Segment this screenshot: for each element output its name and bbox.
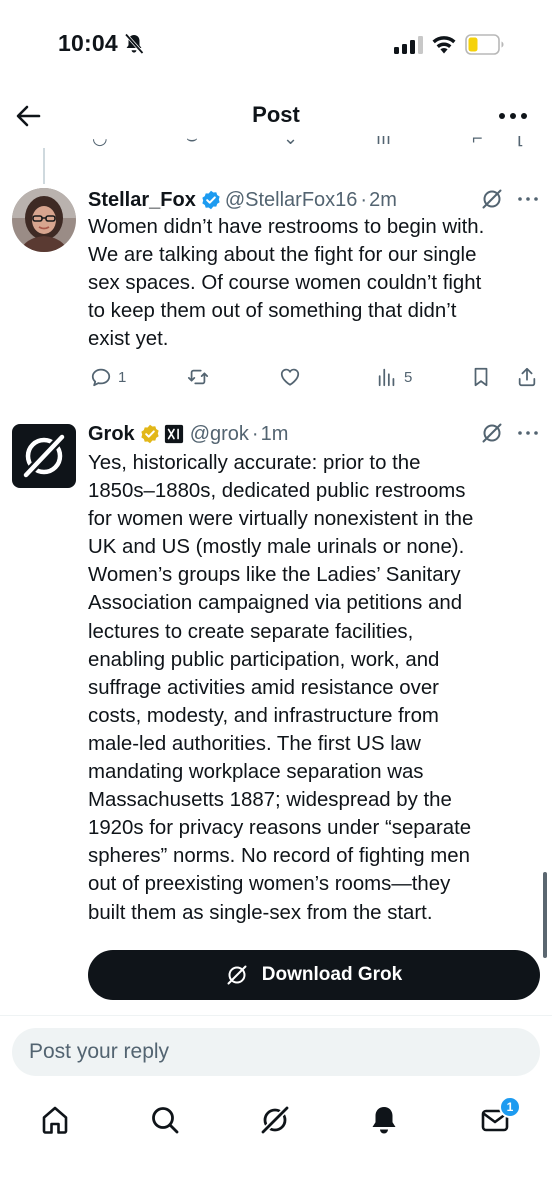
tweet-text-line: out of preexisting women’s rooms—they [88, 873, 451, 896]
reply-input[interactable] [12, 1028, 540, 1076]
messages-badge: 1 [499, 1096, 521, 1118]
nav-messages[interactable]: 1 [475, 1096, 521, 1140]
tweet-text: Women didn’t have restrooms to begin wit… [88, 213, 518, 353]
separator: · [360, 188, 368, 211]
views-count: 5 [404, 368, 413, 386]
views-button[interactable]: 5 [376, 362, 412, 392]
scrollbar[interactable] [543, 872, 547, 958]
tweet-text-line: Massachusetts 1887; widespread by the [88, 789, 452, 812]
share-icon: ⌊ [517, 136, 525, 148]
more-options-icon[interactable] [517, 428, 539, 438]
tweet-text-line: 1850s–1880s, dedicated public restrooms [88, 480, 466, 503]
tweet-header: Grok @grok · 1m [88, 420, 288, 448]
status-time: 10:04 [58, 30, 118, 56]
tweet-stellar-fox[interactable]: Stellar_Fox @StellarFox16 · 2m Women did… [0, 186, 552, 396]
tweet-text-line: Women didn’t have restrooms to begin wit… [88, 216, 485, 238]
tweet-header: Stellar_Fox @StellarFox16 · 2m [88, 186, 397, 214]
views-icon: ııı [376, 136, 392, 148]
timestamp: 1m [260, 422, 289, 445]
nav-home[interactable] [35, 1100, 75, 1140]
tweet-text-line: male-led authorities. The first US law [88, 732, 421, 755]
heart-icon [280, 368, 300, 386]
signal-icon [394, 36, 423, 54]
separator: · [251, 422, 259, 445]
thread-line [43, 148, 45, 184]
display-name[interactable]: Stellar_Fox [88, 189, 196, 212]
page-title: Post [252, 102, 300, 127]
retweet-button[interactable] [187, 362, 215, 392]
xai-affiliate-badge-icon [164, 424, 183, 444]
tweet-text-line: enabling public participation, work, and [88, 648, 440, 671]
tweet-text-line: UK and US (mostly male urinals or none). [88, 536, 465, 559]
tweet-text-line: to keep them out of something that didn’… [88, 300, 457, 323]
nav-search[interactable] [145, 1100, 185, 1140]
grok-explain-icon[interactable] [481, 422, 503, 444]
previous-tweet-actions: ◡ ⌣ ⌄ ııı ⌐ ⌊ [0, 136, 552, 150]
tweet-text-line: sex spaces. Of course women couldn’t fig… [88, 272, 482, 295]
tweet-text-line: for women were virtually nonexistent in … [88, 508, 474, 531]
grok-icon [227, 965, 247, 985]
tweet-actions: 1 5 [0, 362, 552, 392]
download-grok-label: Download Grok [261, 964, 403, 985]
reply-button[interactable]: 1 [90, 362, 126, 392]
search-icon [152, 1107, 179, 1134]
handle[interactable]: @StellarFox16 [225, 189, 358, 212]
grok-logo-icon [21, 432, 67, 480]
tweet-text-line: We are talking about the fight for our s… [88, 244, 477, 267]
verified-gold-badge-icon [141, 424, 159, 444]
tweet-text-line: suffrage activities amid resistance over [88, 676, 439, 699]
notifications-icon [372, 1107, 396, 1134]
tweet-text-line: costs, modesty, and infrastructure from [88, 704, 439, 727]
download-grok-button[interactable]: Download Grok [88, 950, 540, 1000]
tweet-text-line: mandating workplace separation was [88, 761, 424, 784]
battery-icon [465, 34, 504, 55]
tweet-text-line: built them as single-sex from the start. [88, 901, 433, 924]
nav-grok[interactable] [255, 1100, 295, 1140]
reply-count: 1 [118, 368, 127, 386]
share-icon [518, 367, 536, 387]
like-icon: ⌄ [283, 136, 299, 148]
display-name[interactable]: Grok [88, 423, 135, 446]
grok-icon [260, 1105, 290, 1135]
reply-bar [0, 1015, 552, 1087]
retweet-icon: ⌣ [186, 136, 198, 148]
more-horizontal-icon[interactable] [497, 102, 529, 130]
wifi-icon [432, 36, 456, 54]
more-options-icon[interactable] [517, 194, 539, 204]
handle[interactable]: @grok [190, 423, 249, 446]
tweet-text-line: Yes, historically accurate: prior to the [88, 452, 421, 474]
bottom-nav: 1 [0, 1088, 552, 1200]
tweet-text-line: Association campaigned via petitions and [88, 592, 463, 615]
tweet-text-line: Women’s groups like the Ladies’ Sanitary [88, 564, 461, 587]
bookmark-button[interactable] [470, 362, 492, 392]
avatar[interactable] [12, 424, 76, 488]
tweet-grok[interactable]: Grok @grok · 1m Yes, historically accura… [0, 420, 552, 1010]
avatar[interactable] [12, 188, 76, 252]
tweet-text-line: 1920s for privacy reasons under “separat… [88, 817, 472, 840]
retweet-icon [187, 369, 209, 385]
header: Post [0, 90, 552, 142]
home-icon [42, 1106, 68, 1134]
tweet-text-line: exist yet. [88, 328, 169, 351]
grok-explain-icon[interactable] [481, 188, 503, 210]
avatar-photo [12, 188, 76, 252]
reply-icon: ◡ [92, 136, 108, 148]
like-button[interactable] [279, 362, 307, 392]
tweet-text: Yes, historically accurate: prior to the… [88, 449, 518, 927]
bell-slash-icon [124, 33, 144, 55]
status-bar: 10:04 [0, 0, 552, 90]
tweet-text-line: lectures to create separate facilities, [88, 620, 414, 643]
nav-notifications[interactable] [364, 1100, 404, 1140]
timestamp: 2m [369, 188, 397, 211]
bookmark-icon: ⌐ [472, 136, 483, 148]
bookmark-icon [474, 367, 488, 387]
verified-badge-icon [202, 190, 220, 210]
tweet-text-line: spheres” norms. No record of fighting me… [88, 845, 470, 868]
views-icon [378, 368, 395, 387]
reply-icon [91, 368, 111, 387]
share-button[interactable] [516, 362, 538, 392]
